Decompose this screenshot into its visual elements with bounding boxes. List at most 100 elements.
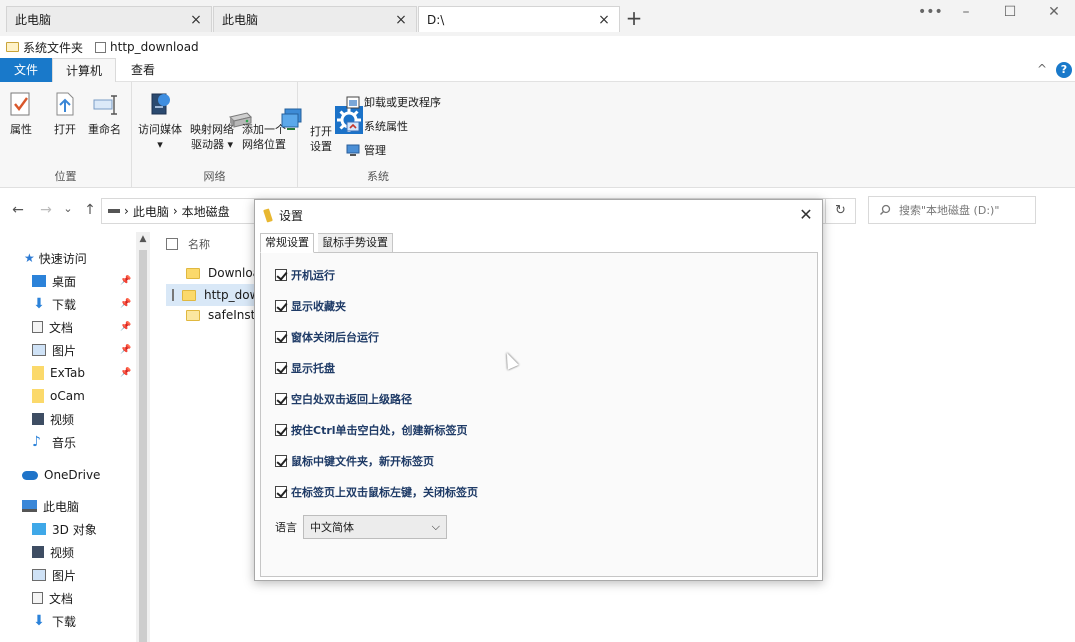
group-name: 位置: [54, 170, 77, 183]
option-double-click-go-up[interactable]: 空白处双击返回上级路径: [275, 391, 412, 407]
folder-icon: [32, 366, 44, 380]
checkbox[interactable]: [275, 269, 287, 281]
nav-item-3d-objects[interactable]: 3D 对象: [32, 518, 97, 540]
nav-item-videos[interactable]: 视频: [32, 541, 74, 563]
nav-item-videos[interactable]: 视频: [32, 408, 74, 430]
nav-item-pictures[interactable]: 图片: [32, 564, 76, 586]
nav-item-downloads[interactable]: ⬇ 下载: [32, 610, 76, 632]
checkbox[interactable]: [275, 486, 287, 498]
breadcrumb-local-disk[interactable]: 本地磁盘: [182, 203, 230, 220]
option-show-favorites[interactable]: 显示收藏夹: [275, 298, 346, 314]
file-row[interactable]: safeInstall: [166, 304, 266, 326]
properties-button[interactable]: 属性: [8, 90, 34, 137]
nav-quick-access[interactable]: ★ 快速访问: [24, 247, 87, 269]
forward-arrow-icon[interactable]: →: [38, 202, 54, 218]
option-run-in-background[interactable]: 窗体关闭后台运行: [275, 329, 379, 345]
nav-item-pictures[interactable]: 图片: [32, 339, 76, 361]
checkbox[interactable]: [275, 424, 287, 436]
column-header-name[interactable]: 名称: [166, 236, 210, 252]
nav-item-ocam[interactable]: oCam: [32, 385, 85, 407]
ribbon-group-system: 打开 设置 卸载或更改程序 系统属性 管理 系统: [298, 82, 458, 188]
option-show-tray[interactable]: 显示托盘: [275, 360, 335, 376]
pin-icon[interactable]: 📌: [120, 368, 131, 378]
more-options-icon[interactable]: •••: [918, 3, 943, 21]
tab-drive-d[interactable]: D:\ ×: [418, 6, 620, 32]
up-arrow-icon[interactable]: ↑: [82, 202, 98, 218]
search-placeholder: 搜索"本地磁盘 (D:)": [899, 204, 1000, 217]
ribbon-collapse-icon[interactable]: ^: [1037, 62, 1047, 76]
checkbox[interactable]: [275, 362, 287, 374]
group-name: 网络: [203, 170, 226, 183]
nav-item-documents[interactable]: 文档: [32, 587, 73, 609]
scroll-up-icon[interactable]: ▲: [136, 234, 150, 244]
recent-locations-icon[interactable]: ⌄: [60, 202, 76, 215]
tab-close-icon[interactable]: ×: [189, 12, 203, 28]
tab-general-settings[interactable]: 常规设置: [260, 233, 314, 253]
access-media-button[interactable]: 访问媒体 ▾: [138, 90, 182, 152]
nav-item-desktop[interactable]: 桌面: [32, 270, 76, 292]
language-select[interactable]: 中文简体 ⌵: [303, 515, 447, 539]
nav-pane-scrollbar[interactable]: ▲: [136, 232, 150, 642]
new-tab-button[interactable]: +: [624, 6, 644, 30]
select-all-checkbox[interactable]: [166, 238, 178, 250]
option-label: 在标签页上双击鼠标左键，关闭标签页: [291, 486, 478, 499]
map-network-drive-button[interactable]: 映射网络 驱动器 ▾: [190, 90, 252, 152]
language-setting: 语言 中文简体 ⌵: [275, 515, 447, 539]
documents-icon: [32, 592, 43, 604]
tab-mouse-gesture-settings[interactable]: 鼠标手势设置: [318, 233, 393, 253]
nav-item-music[interactable]: ♪ 音乐: [32, 431, 76, 453]
option-middle-click-new-tab[interactable]: 鼠标中键文件夹，新开标签页: [275, 453, 434, 469]
checkbox[interactable]: [275, 455, 287, 467]
open-settings-button[interactable]: 打开 设置: [306, 90, 363, 154]
tab-this-pc-1[interactable]: 此电脑 ×: [6, 6, 212, 32]
file-row[interactable]: Download: [166, 262, 266, 284]
minimize-button[interactable]: –: [954, 3, 978, 21]
uninstall-programs-button[interactable]: 卸载或更改程序: [346, 94, 441, 110]
file-row[interactable]: http_download: [166, 284, 266, 306]
ribbon-tab-view[interactable]: 查看: [118, 58, 168, 82]
nav-label: 下载: [52, 297, 77, 312]
back-arrow-icon[interactable]: ←: [10, 202, 26, 218]
close-window-button[interactable]: ✕: [1042, 3, 1066, 21]
pin-icon[interactable]: 📌: [120, 322, 131, 332]
dialog-close-button[interactable]: ✕: [797, 205, 815, 225]
scrollbar-thumb[interactable]: [139, 250, 147, 642]
rename-button[interactable]: 重命名: [88, 90, 121, 137]
option-double-click-close-tab[interactable]: 在标签页上双击鼠标左键，关闭标签页: [275, 484, 478, 500]
pin-icon[interactable]: 📌: [120, 299, 131, 309]
nav-label: 图片: [52, 568, 77, 583]
refresh-button[interactable]: ↻: [826, 198, 856, 224]
checkbox[interactable]: [275, 331, 287, 343]
maximize-button[interactable]: ☐: [998, 3, 1022, 21]
nav-this-pc[interactable]: 此电脑: [22, 495, 79, 517]
nav-item-documents[interactable]: 文档: [32, 316, 73, 338]
system-properties-button[interactable]: 系统属性: [346, 118, 408, 134]
help-icon[interactable]: ?: [1056, 62, 1072, 78]
ribbon-tab-computer[interactable]: 计算机: [52, 58, 116, 82]
breadcrumb-this-pc[interactable]: 此电脑: [133, 203, 169, 220]
pin-icon[interactable]: 📌: [120, 345, 131, 355]
bookmark-http-download[interactable]: http_download: [95, 40, 199, 54]
add-network-location-button[interactable]: 添加一个 网络位置: [242, 90, 302, 152]
checkbox[interactable]: [275, 393, 287, 405]
desktop-icon: [32, 275, 46, 287]
manage-button[interactable]: 管理: [346, 142, 386, 158]
pin-icon[interactable]: 📌: [120, 276, 131, 286]
nav-item-downloads[interactable]: ⬇ 下载: [32, 293, 76, 315]
option-ctrl-click-new-tab[interactable]: 按住Ctrl单击空白处，创建新标签页: [275, 422, 468, 438]
option-run-at-startup[interactable]: 开机运行: [275, 267, 335, 283]
tab-close-icon[interactable]: ×: [597, 12, 611, 28]
search-box[interactable]: 搜索"本地磁盘 (D:)": [868, 196, 1036, 224]
nav-label: ExTab: [50, 366, 85, 380]
tab-this-pc-2[interactable]: 此电脑 ×: [213, 6, 417, 32]
nav-onedrive[interactable]: OneDrive: [22, 464, 100, 486]
tab-close-icon[interactable]: ×: [394, 12, 408, 28]
open-button[interactable]: 打开: [52, 90, 78, 137]
nav-item-extab[interactable]: ExTab: [32, 362, 85, 384]
option-label: 空白处双击返回上级路径: [291, 393, 412, 406]
ribbon-tab-file[interactable]: 文件: [0, 58, 52, 82]
checkbox[interactable]: [275, 300, 287, 312]
bookmark-system-folder[interactable]: 系统文件夹: [6, 39, 83, 56]
row-checkbox[interactable]: [172, 289, 174, 301]
uninstall-icon: [346, 96, 360, 108]
